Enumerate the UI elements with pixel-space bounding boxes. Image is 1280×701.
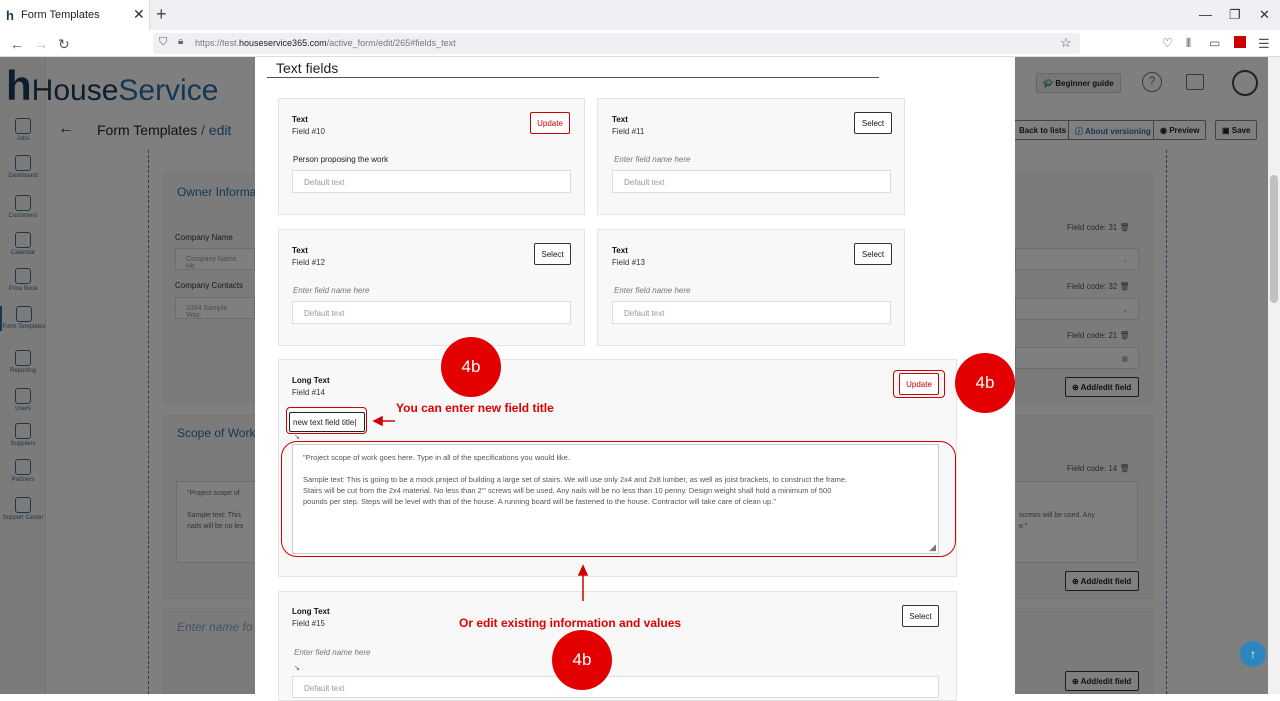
page-scrollbar[interactable] xyxy=(1268,57,1280,694)
arrow-up-icon xyxy=(577,564,589,576)
scrollbar-thumb[interactable] xyxy=(1270,175,1278,303)
scroll-top-button[interactable]: ↑ xyxy=(1240,641,1266,667)
annotation-arrows xyxy=(372,415,589,601)
arrow-left-icon xyxy=(372,415,383,427)
